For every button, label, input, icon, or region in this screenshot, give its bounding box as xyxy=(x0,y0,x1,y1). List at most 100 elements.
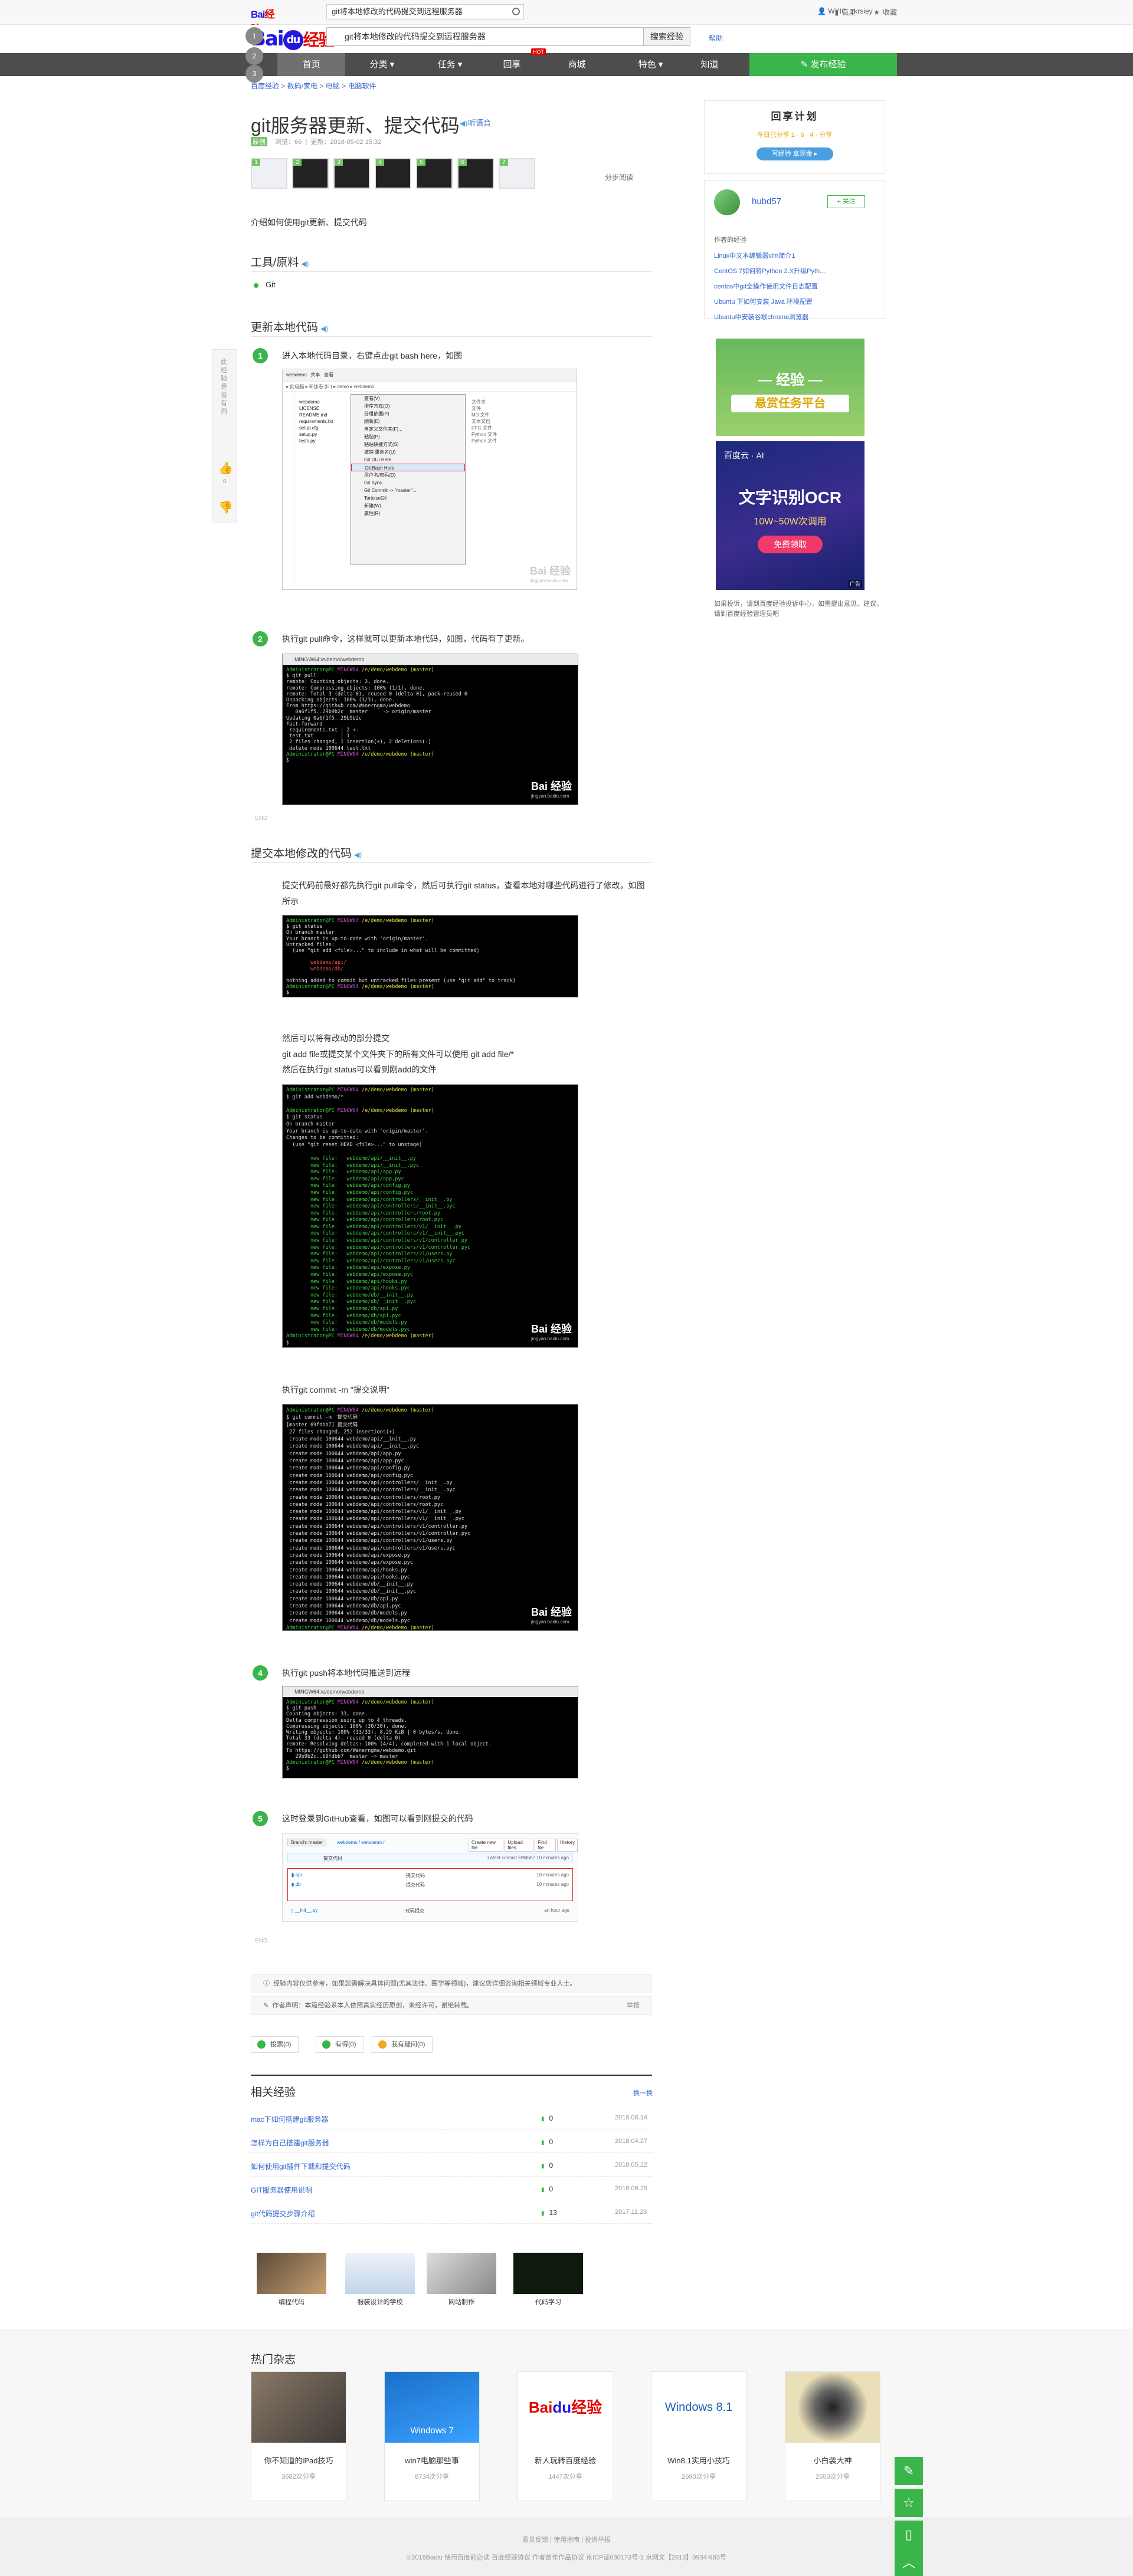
bookmark-icon[interactable]: ▯ xyxy=(895,2521,923,2549)
free-claim-button[interactable]: 免费领取 xyxy=(758,536,823,553)
nav-category[interactable]: 分类 ▾ xyxy=(354,53,410,76)
breadcrumb-item[interactable]: 数码/家电 xyxy=(287,82,317,90)
file-row[interactable]: ▮ db xyxy=(292,1882,301,1887)
menu-item[interactable]: Git GUI Here xyxy=(351,456,465,464)
menu-item[interactable]: 新建(W) xyxy=(351,502,465,510)
favorite-icon[interactable]: ☆ xyxy=(895,2489,923,2517)
nav-zhidao[interactable]: 知道 xyxy=(687,53,732,76)
file-item[interactable]: webdemo xyxy=(299,399,333,405)
side-circle-1[interactable]: 1 xyxy=(245,27,263,45)
file-item[interactable]: requirements.txt xyxy=(299,418,333,425)
step-read-link[interactable]: 分步阅读 xyxy=(605,172,633,182)
report-link[interactable]: 举报 xyxy=(627,1997,640,2014)
menu-item[interactable]: 刷新(E) xyxy=(351,418,465,425)
related-tile[interactable]: 代码学习 xyxy=(513,2253,583,2306)
question-button[interactable]: 我有疑问(0) xyxy=(372,2036,433,2053)
thumb-down-icon[interactable]: 👎 xyxy=(218,500,233,515)
file-item[interactable]: LICENSE xyxy=(299,405,333,412)
side-circle-2[interactable]: 2 xyxy=(245,47,263,65)
menu-item[interactable]: 粘贴(P) xyxy=(351,433,465,441)
related-row[interactable]: GIT服务器使用说明02018.06.25 xyxy=(251,2177,652,2200)
magazine-card[interactable]: 小白装大神 2650次分享 xyxy=(785,2371,880,2501)
nav-features[interactable]: 特色 ▾ xyxy=(623,53,679,76)
search-button[interactable]: 搜索经验 xyxy=(643,27,690,46)
author-article-link[interactable]: Ubuntu中安装谷歌chrome浏览器 xyxy=(714,310,825,325)
menu-item[interactable]: 分组依据(P) xyxy=(351,410,465,418)
menu-item-git-bash[interactable]: Git Bash Here xyxy=(351,464,465,471)
write-icon[interactable]: ✎ xyxy=(895,2457,923,2485)
nav-mall[interactable]: 商城 xyxy=(555,53,599,76)
speaker-icon[interactable]: ◀) xyxy=(354,851,362,859)
breadcrumb-item[interactable]: 百度经验 xyxy=(251,82,279,90)
menu-item[interactable]: Git Sync... xyxy=(351,479,465,487)
create-file-button[interactable]: Create new file xyxy=(469,1839,504,1852)
file-item[interactable]: setup.cfg xyxy=(299,425,333,431)
related-tile[interactable]: 网站制作 xyxy=(427,2253,496,2306)
baidu-jingyan-logo[interactable]: Bai du 经验 xyxy=(251,27,335,51)
menu-item[interactable]: 属性(R) xyxy=(351,510,465,517)
ad-banner-task[interactable]: — 经验 — 悬赏任务平台 xyxy=(716,339,865,436)
thumb[interactable]: 5 xyxy=(416,158,453,189)
top-link-favorite[interactable]: ★ 收藏 xyxy=(873,7,897,17)
footer-links[interactable]: 意见反馈 | 使用指南 | 投诉举报 xyxy=(0,2535,1133,2544)
nav-huixiang[interactable]: 回享 HOT xyxy=(490,48,546,76)
search-icon[interactable] xyxy=(512,8,520,15)
menu-item[interactable]: 粘贴快捷方式(S) xyxy=(351,441,465,448)
menu-item[interactable]: TortoiseGit xyxy=(351,494,465,502)
related-row[interactable]: 如何使用git插件下载和提交代码02018.05.22 xyxy=(251,2153,652,2177)
top-search-input[interactable]: git将本地修改的代码提交到远程服务器 xyxy=(326,4,524,19)
thumb[interactable]: 2 xyxy=(292,158,329,189)
related-row[interactable]: 怎样为自己搭建git服务器02018.04.27 xyxy=(251,2129,652,2153)
side-circle-3[interactable]: 3 xyxy=(245,65,263,83)
menu-item[interactable]: Git Commit -> "master"... xyxy=(351,487,465,494)
ad-banner-ocr[interactable]: 百度云 · AI 文字识别OCR 10W~50W次调用 免费领取 广告 xyxy=(716,441,865,590)
vote-button[interactable]: 投票(0) xyxy=(251,2036,299,2053)
breadcrumb-item[interactable]: 电脑 xyxy=(326,82,340,90)
related-row[interactable]: git代码提交步骤介绍132017.11.28 xyxy=(251,2200,652,2224)
upload-button[interactable]: Upload files xyxy=(505,1839,534,1852)
magazine-card[interactable]: Windows 7 win7电脑那些事 8734次分享 xyxy=(384,2371,480,2501)
related-row[interactable]: mac下如何搭建git服务器02018.06.14 xyxy=(251,2106,652,2129)
back-to-top-icon[interactable]: ︿ xyxy=(895,2549,923,2576)
related-tile[interactable]: 编程代码 xyxy=(257,2253,326,2306)
user-name[interactable]: 👤 WYIC_zkrsiey xyxy=(817,7,873,15)
magazine-card[interactable]: Baidu经验 新人玩转百度经验 1447次分享 xyxy=(518,2371,613,2501)
file-item[interactable]: tests.py xyxy=(299,438,333,444)
speaker-icon[interactable]: ◀) xyxy=(301,260,309,268)
refresh-related-link[interactable]: 换一换 xyxy=(633,2088,653,2098)
publish-button[interactable]: ✎ 发布经验 xyxy=(749,53,897,76)
menu-item[interactable]: 自定义文件夹(F)... xyxy=(351,425,465,433)
menu-item[interactable]: 用户名/密码(D) xyxy=(351,471,465,479)
file-item[interactable]: setup.py xyxy=(299,431,333,438)
menu-item[interactable]: 排序方式(O) xyxy=(351,402,465,410)
history-button[interactable]: History xyxy=(557,1839,578,1852)
listen-button[interactable]: ◀)听语音 xyxy=(457,117,491,128)
menu-item[interactable]: 撤销 重命名(U) xyxy=(351,448,465,456)
author-name[interactable]: hubd57 xyxy=(752,196,781,206)
nav-home[interactable]: 首页 xyxy=(277,53,345,76)
author-article-link[interactable]: Ubuntu 下如何安装 Java 环境配置 xyxy=(714,294,825,310)
file-item[interactable]: README.md xyxy=(299,412,333,418)
follow-button[interactable]: + 关注 xyxy=(827,195,865,208)
small-logo[interactable]: Bai经验 xyxy=(251,6,281,35)
author-article-link[interactable]: centos中git全操作使用文件日志配置 xyxy=(714,279,825,294)
thumb[interactable]: 4 xyxy=(375,158,411,189)
menu-item[interactable]: 查看(V) xyxy=(351,395,465,402)
file-row[interactable]: ▯ __init__.py xyxy=(291,1908,317,1913)
write-experience-button[interactable]: 写经验 拿现金 ▸ xyxy=(756,147,833,160)
nav-task[interactable]: 任务 ▾ xyxy=(422,53,478,76)
avatar[interactable] xyxy=(714,189,740,215)
thumb[interactable]: 7 xyxy=(499,158,535,189)
magazine-card[interactable]: 你不知道的iPad技巧 3682次分享 xyxy=(251,2371,346,2501)
thumb[interactable]: 6 xyxy=(457,158,494,189)
main-search-input[interactable]: git将本地修改的代码提交到远程服务器 xyxy=(326,27,644,46)
breadcrumb-item[interactable]: 电脑软件 xyxy=(348,82,376,90)
speaker-icon[interactable]: ◀) xyxy=(320,324,329,333)
author-article-link[interactable]: Linux中文本编辑器vim简介1 xyxy=(714,248,825,264)
branch-select[interactable]: Branch: master xyxy=(287,1839,327,1846)
related-tile[interactable]: 服装设计的学校 xyxy=(345,2253,415,2306)
author-article-link[interactable]: CentOS 7如何将Python 2.X升级Pyth... xyxy=(714,264,825,279)
help-link[interactable]: 帮助 xyxy=(709,33,723,43)
magazine-card[interactable]: Windows 8.1 Win8.1实用小技巧 2690次分享 xyxy=(651,2371,746,2501)
find-file-button[interactable]: Find file xyxy=(535,1839,556,1852)
